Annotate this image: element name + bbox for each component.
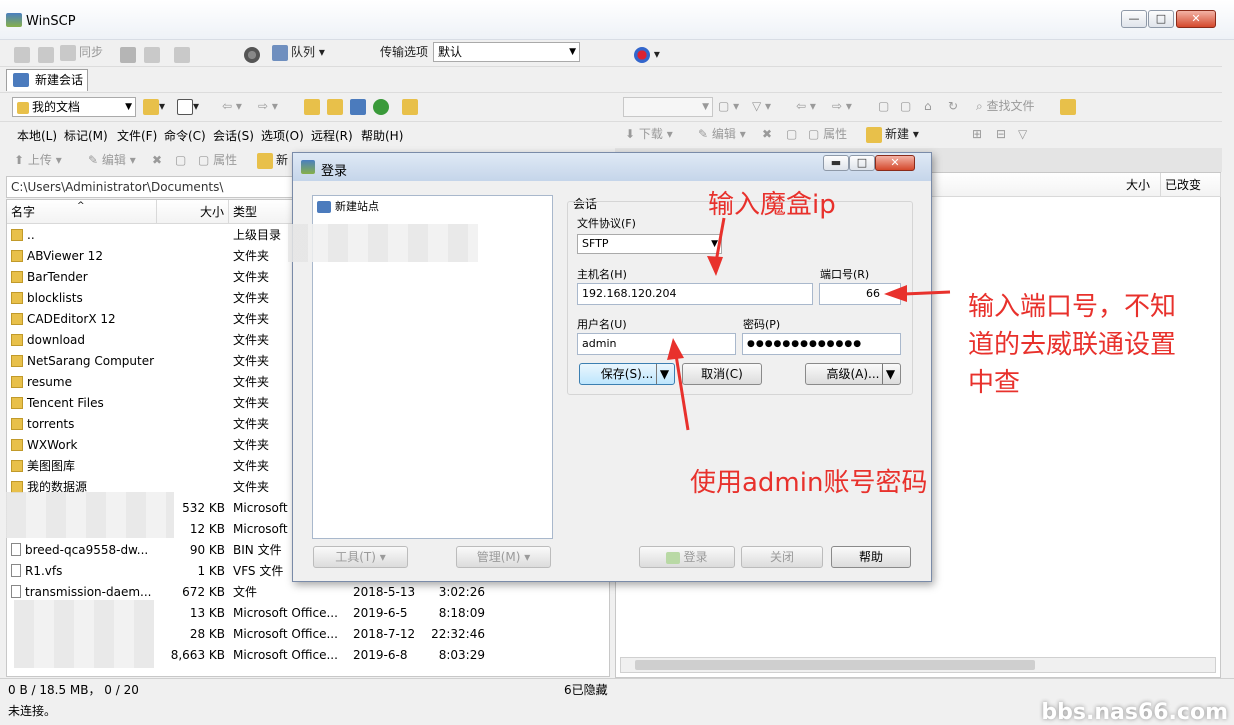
- arrow-to-port-head: [884, 285, 907, 302]
- arrow-to-user-head: [667, 338, 684, 360]
- arrow-to-user: [674, 354, 690, 431]
- arrow-to-host-head: [707, 256, 723, 276]
- arrow-to-port: [903, 290, 951, 296]
- annotation-arrows: [667, 217, 951, 431]
- arrow-to-host: [714, 217, 726, 263]
